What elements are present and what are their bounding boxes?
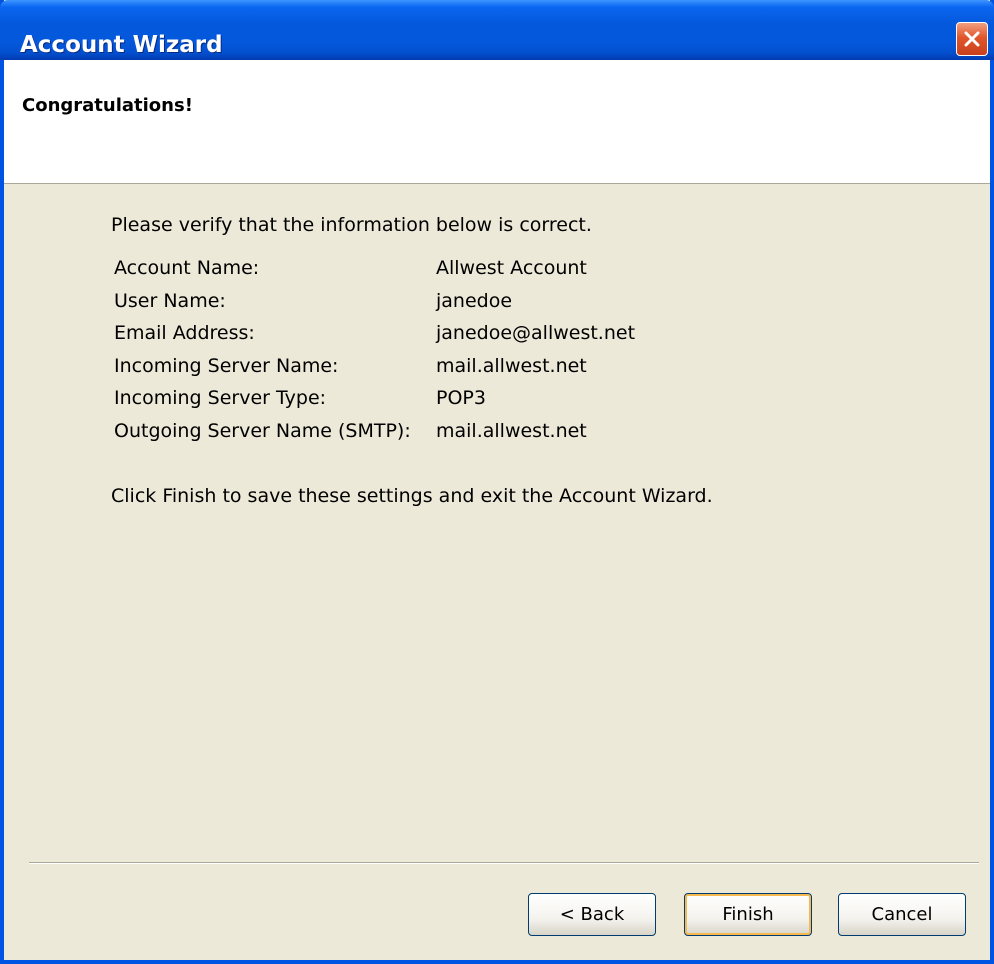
page-title: Congratulations! [22,95,193,116]
info-value: janedoe@allwest.net [436,322,636,344]
info-label: Incoming Server Name: [114,354,339,377]
info-label: Incoming Server Type: [114,387,327,409]
close-button[interactable] [956,22,988,56]
finish-button[interactable]: Finish [684,893,812,936]
info-label: Email Address: [114,322,255,344]
info-value: Allwest Account [436,257,587,279]
wizard-header: Congratulations! [4,60,990,184]
info-value: mail.allwest.net [436,419,587,442]
info-label: Outgoing Server Name (SMTP): [114,419,411,442]
account-wizard-window: Account Wizard Congratulations! Please v… [0,0,994,964]
finish-note: Click Finish to save these settings and … [111,485,713,507]
info-label: User Name: [114,289,226,312]
info-value: mail.allwest.net [436,354,587,377]
back-button[interactable]: < Back [528,893,656,936]
info-value: janedoe [436,289,513,312]
close-icon [964,31,980,47]
button-divider [29,862,979,864]
info-value: POP3 [436,387,486,409]
window-title: Account Wizard [20,32,223,58]
cancel-button[interactable]: Cancel [838,893,966,936]
info-label: Account Name: [114,257,260,279]
intro-text: Please verify that the information below… [111,214,592,236]
title-bar[interactable]: Account Wizard [0,0,994,60]
